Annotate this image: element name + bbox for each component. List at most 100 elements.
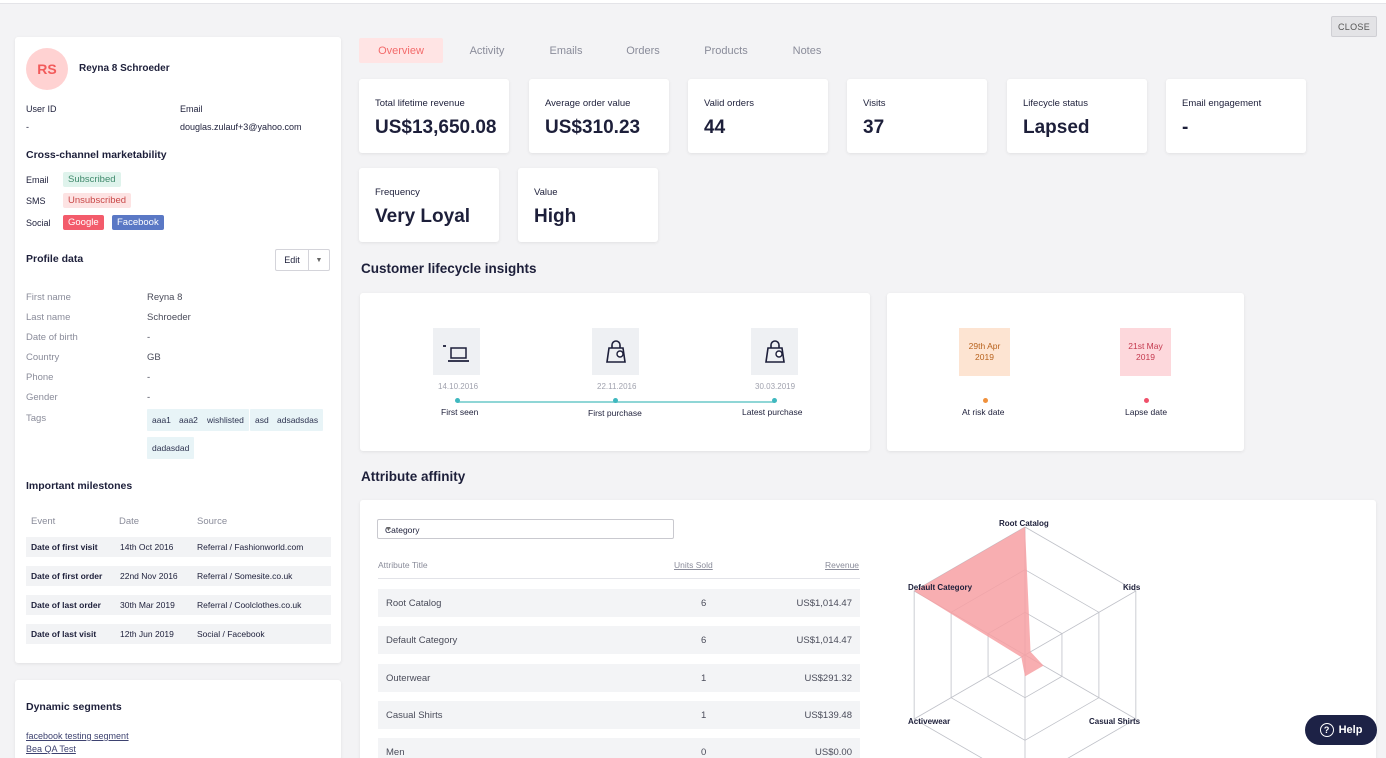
table-row: Default Category 6 US$1,014.47 [378,626,860,654]
tag: aaa2 [174,409,203,431]
lifecycle-title: Customer lifecycle insights [361,261,537,276]
tab-orders[interactable]: Orders [614,38,672,63]
attr-units: 0 [701,747,707,758]
stat-title: Total lifetime revenue [375,98,465,109]
tab-overview[interactable]: Overview [359,38,443,63]
close-button[interactable]: CLOSE [1331,16,1377,37]
timeline-dot [772,398,777,403]
milestone-date: 14th Oct 2016 [120,542,174,552]
lapse-label: Lapse date [1125,407,1168,417]
milestone-event: Date of first visit [31,542,98,552]
affinity-header-units[interactable]: Units Sold [674,560,713,570]
milestone-source: Referral / Fashionworld.com [197,542,304,552]
email-channel-label: Email [26,175,49,185]
edit-label[interactable]: Edit [276,250,309,270]
stat-card-orders: Valid orders 44 [688,79,828,153]
stat-card-revenue: Total lifetime revenue US$13,650.08 [359,79,509,153]
facebook-badge: Facebook [112,215,164,230]
help-button[interactable]: ? Help [1305,715,1377,745]
at-risk-label: At risk date [962,407,1005,417]
stat-value: US$310.23 [545,117,641,138]
milestone-date: 30th Mar 2019 [120,600,175,610]
stat-title: Email engagement [1182,98,1262,109]
attr-revenue: US$1,014.47 [796,635,852,646]
radar-axis-label: Root Catalog [999,519,1049,528]
table-row: Outerwear 1 US$291.32 [378,664,860,692]
stat-card-lifecycle: Lifecycle status Lapsed [1007,79,1147,153]
profile-label: Phone [26,372,54,383]
at-risk-date: 29th Apr [968,341,1001,351]
table-row: Date of first order 22nd Nov 2016 Referr… [26,566,331,586]
radar-axis-label: Activewear [908,717,951,726]
stat-card-frequency: Frequency Very Loyal [359,168,499,242]
profile-data-title: Profile data [26,253,84,265]
stat-title: Frequency [375,187,420,198]
event-label: First seen [441,407,479,417]
event-date: 30.03.2019 [755,382,796,391]
laptop-icon [433,328,480,375]
tag: asd [250,409,274,431]
table-row: Men 0 US$0.00 [378,738,860,758]
stat-value: - [1182,117,1189,138]
attr-units: 1 [701,710,707,721]
timeline-dot [455,398,460,403]
profile-label: Last name [26,312,71,323]
stat-title: Valid orders [704,98,754,109]
milestone-event: Date of last order [31,600,101,610]
radar-series-area [914,527,1044,677]
profile-value: Schroeder [147,312,191,323]
milestone-date: 12th Jun 2019 [120,629,174,639]
profile-label: Gender [26,392,58,403]
profile-value: - [147,332,151,343]
tags-label: Tags [26,413,47,424]
edit-button[interactable]: Edit ▼ [275,249,330,271]
affinity-header: Attribute Title [378,560,428,570]
stat-value: High [534,206,577,227]
tab-notes[interactable]: Notes [781,38,833,63]
tab-products[interactable]: Products [693,38,759,63]
category-select[interactable]: Category ▼ [377,519,674,539]
help-label: Help [1338,724,1363,736]
lapse-date: 21st May [1128,341,1163,351]
user-id-value: - [26,122,29,132]
shopping-bag-icon [751,328,798,375]
at-risk-dot [983,398,988,403]
attr-title: Casual Shirts [386,710,443,721]
milestone-source: Referral / Coolclothes.co.uk [197,600,302,610]
milestones-title: Important milestones [26,480,133,492]
profile-label: Country [26,352,60,363]
tag: dadasdad [147,437,195,459]
table-row: Root Catalog 6 US$1,014.47 [378,589,860,617]
attr-title: Root Catalog [386,598,442,609]
tag: adsadsdas [272,409,324,431]
affinity-header-revenue[interactable]: Revenue [825,560,859,570]
milestone-date: 22nd Nov 2016 [120,571,178,581]
tab-activity[interactable]: Activity [458,38,516,63]
lapse-year: 2019 [1136,352,1155,362]
attr-revenue: US$139.48 [804,710,852,721]
table-row: Date of first visit 14th Oct 2016 Referr… [26,537,331,557]
social-channel-label: Social [26,218,51,228]
segment-link[interactable]: Bea QA Test [26,744,76,754]
email-value: douglas.zulauf+3@yahoo.com [180,122,302,132]
milestone-event: Date of first order [31,571,103,581]
segment-link[interactable]: facebook testing segment [26,731,129,741]
profile-value: GB [147,352,161,363]
chevron-down-icon[interactable]: ▼ [309,250,329,270]
event-label: Latest purchase [742,407,803,417]
stat-title: Value [534,187,558,198]
tag: wishlisted [202,409,249,431]
stat-title: Lifecycle status [1023,98,1088,109]
milestone-source: Referral / Somesite.co.uk [197,571,293,581]
shopping-bag-icon [592,328,639,375]
tab-emails[interactable]: Emails [538,38,594,63]
radar-axis-label: Default Category [908,583,973,592]
at-risk-year: 2019 [975,352,994,362]
attr-units: 1 [701,673,707,684]
table-row: Casual Shirts 1 US$139.48 [378,701,860,729]
stat-card-email-engagement: Email engagement - [1166,79,1306,153]
stat-value: 44 [704,117,726,138]
attr-units: 6 [701,598,707,609]
affinity-title: Attribute affinity [361,469,466,484]
milestones-header: Source [197,516,228,527]
